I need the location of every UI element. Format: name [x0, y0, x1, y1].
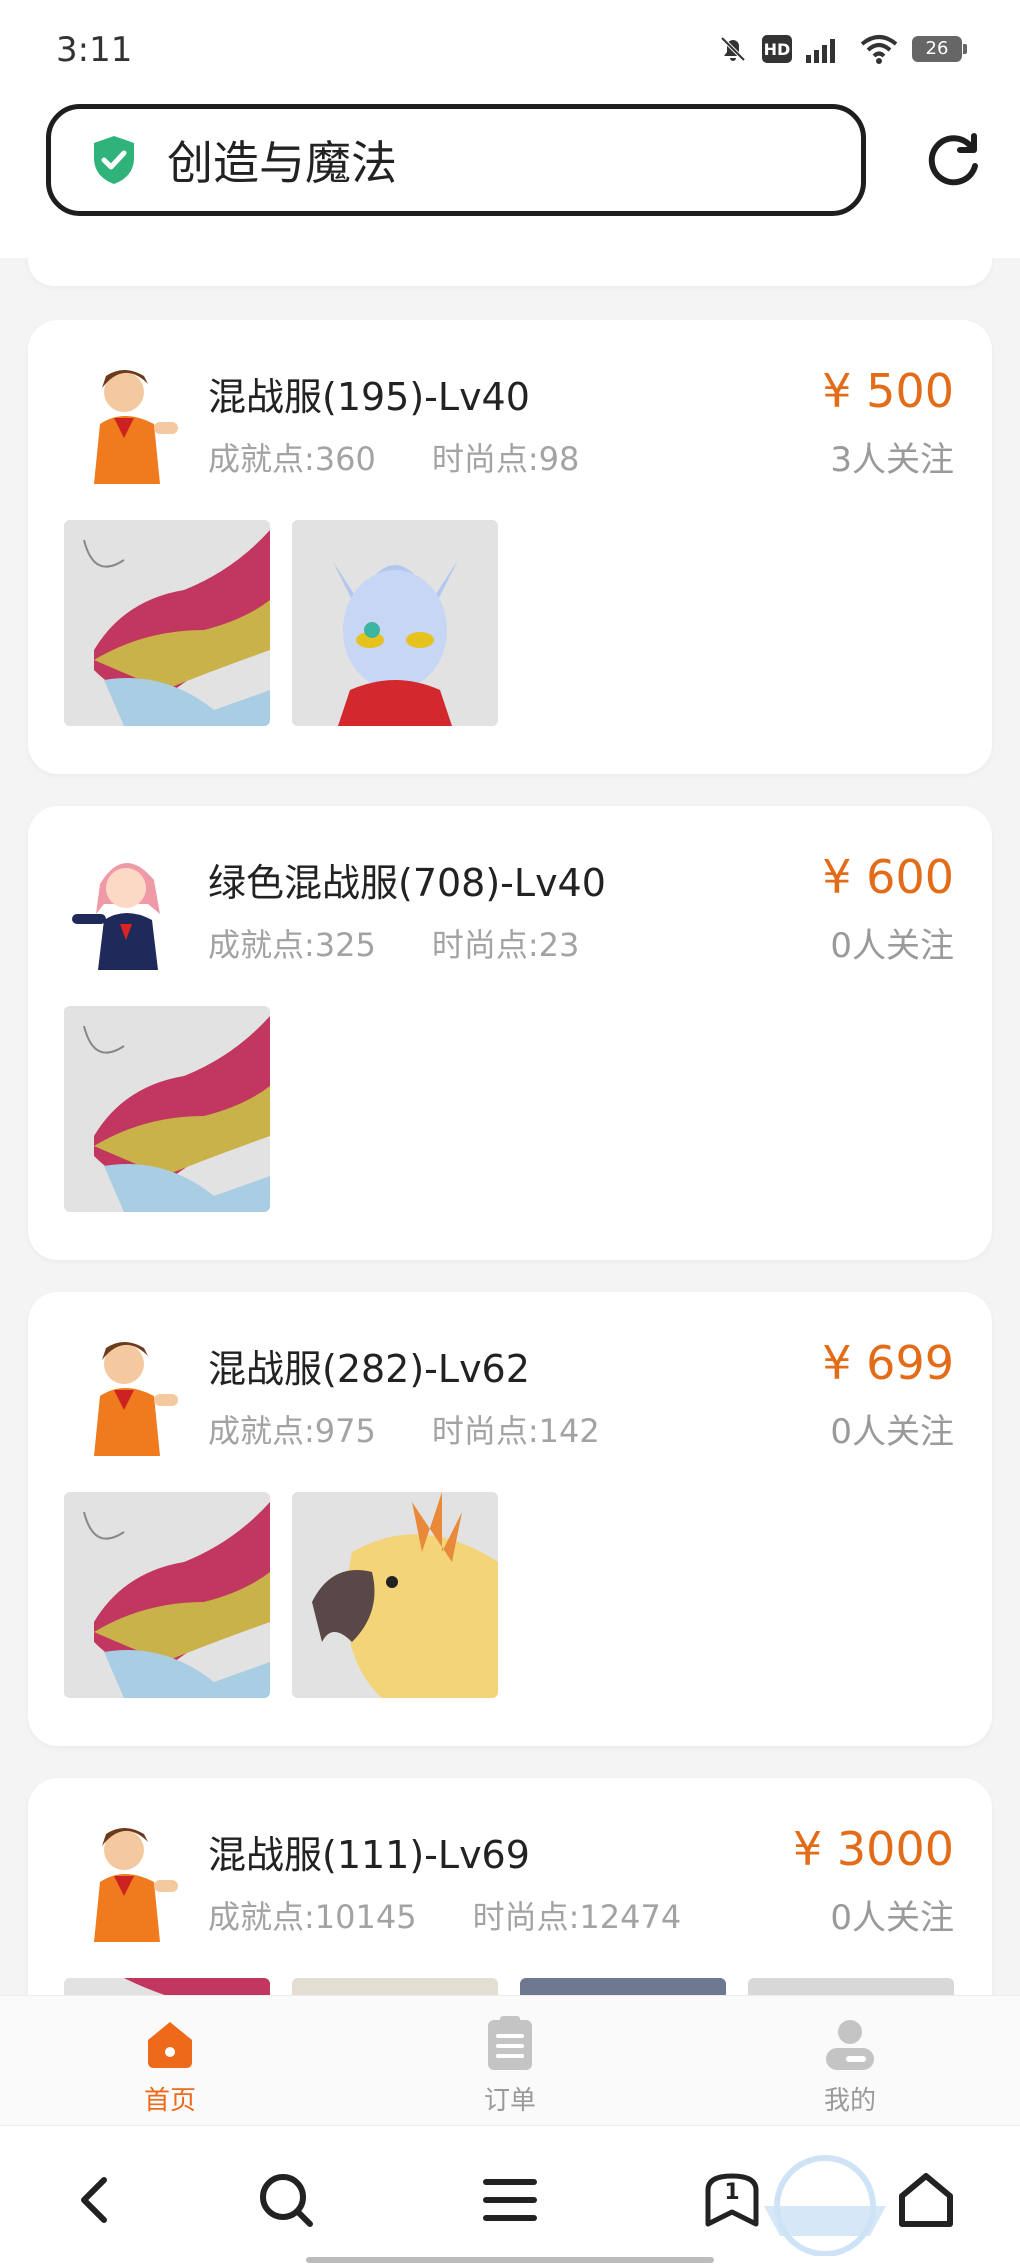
listing-card[interactable]: 混战服(111)-Lv69 成就点:10145 时尚点:12474 ¥ 3000 …: [28, 1778, 992, 1995]
mount-4-thumbnail[interactable]: [748, 1978, 954, 1995]
bottom-tab-bar: 首页 订单 我的: [0, 1995, 1020, 2126]
tab-home[interactable]: 首页: [100, 2016, 240, 2117]
tabs-count: 1: [724, 2180, 740, 2205]
dragon-mount[interactable]: [64, 1006, 270, 1212]
item-price: ¥ 600: [822, 850, 954, 904]
search-text: 创造与魔法: [167, 136, 397, 190]
tab-label: 首页: [143, 2086, 196, 2116]
item-name: 混战服(195)-Lv40: [208, 375, 530, 419]
achievement-points: 成就点:360: [208, 440, 376, 478]
item-stats: 成就点:325 时尚点:23: [208, 920, 579, 966]
tab-profile[interactable]: 我的: [780, 2016, 920, 2117]
signal-icon: [806, 35, 846, 63]
achievement-points: 成就点:325: [208, 926, 376, 964]
wifi-icon: [860, 35, 898, 64]
followers-count: 0人关注: [830, 1412, 954, 1452]
dragon-mount[interactable]: [64, 1492, 270, 1698]
status-bar: 3:11 HD 26: [0, 0, 1020, 100]
item-stats: 成就点:360 时尚点:98: [208, 434, 579, 480]
status-icons: HD 26: [718, 34, 967, 64]
hd-icon: HD: [762, 35, 792, 63]
back-icon[interactable]: [66, 2170, 126, 2230]
tab-label: 订单: [483, 2086, 536, 2116]
fashion-points: 时尚点:23: [431, 926, 580, 964]
boy-avatar: [64, 1330, 190, 1456]
shield-icon: [94, 136, 134, 184]
parrot-mount[interactable]: [292, 1492, 498, 1698]
listing-card[interactable]: 混战服(282)-Lv62 成就点:975 时尚点:142 ¥ 699 0人关注: [28, 1292, 992, 1746]
item-stats: 成就点:975 时尚点:142: [208, 1406, 600, 1452]
mount-2-thumbnail[interactable]: [292, 1978, 498, 1995]
followers-count: 0人关注: [830, 1898, 954, 1938]
mute-icon: [720, 36, 746, 62]
home-indicator[interactable]: [306, 2257, 714, 2263]
ultraman-mount[interactable]: [292, 520, 498, 726]
card-stub: [28, 258, 992, 286]
mount-thumbnails: [64, 520, 498, 726]
dragon-mount[interactable]: [64, 1978, 270, 1995]
achievement-points: 成就点:10145: [208, 1898, 417, 1936]
status-time: 3:11: [56, 30, 133, 70]
item-price: ¥ 500: [822, 364, 954, 418]
fashion-points: 时尚点:142: [431, 1412, 600, 1450]
mount-3-thumbnail[interactable]: [520, 1978, 726, 1995]
search-icon[interactable]: [256, 2170, 316, 2230]
mascot-overlay-icon: [764, 2155, 886, 2256]
browser-nav-bar: 1: [0, 2125, 1020, 2268]
user-icon: [826, 2020, 874, 2070]
home-icon[interactable]: [896, 2170, 956, 2230]
girl-avatar: [64, 844, 190, 970]
search-box[interactable]: 创造与魔法: [46, 104, 866, 216]
item-price: ¥ 3000: [793, 1822, 954, 1876]
boy-avatar: [64, 358, 190, 484]
item-name: 混战服(282)-Lv62: [208, 1347, 530, 1391]
mount-thumbnails: [64, 1006, 270, 1212]
item-name: 混战服(111)-Lv69: [208, 1833, 530, 1877]
header: 创造与魔法: [0, 100, 1020, 258]
dragon-mount[interactable]: [64, 520, 270, 726]
fashion-points: 时尚点:98: [431, 440, 580, 478]
clipboard-icon: [488, 2016, 532, 2070]
listing-list[interactable]: 混战服(195)-Lv40 成就点:360 时尚点:98 ¥ 500 3人关注 绿…: [0, 258, 1020, 1995]
followers-count: 0人关注: [830, 926, 954, 966]
mount-thumbnails: [64, 1492, 498, 1698]
menu-icon[interactable]: [480, 2170, 540, 2230]
tabs-icon[interactable]: 1: [702, 2170, 762, 2230]
item-price: ¥ 699: [822, 1336, 954, 1390]
home-icon: [148, 2022, 192, 2068]
followers-count: 3人关注: [830, 440, 954, 480]
listing-card[interactable]: 混战服(195)-Lv40 成就点:360 时尚点:98 ¥ 500 3人关注: [28, 320, 992, 774]
item-stats: 成就点:10145 时尚点:12474: [208, 1892, 681, 1938]
fashion-points: 时尚点:12474: [472, 1898, 682, 1936]
listing-card[interactable]: 绿色混战服(708)-Lv40 成就点:325 时尚点:23 ¥ 600 0人关注: [28, 806, 992, 1260]
mount-thumbnails: [64, 1978, 954, 1995]
refresh-icon[interactable]: [922, 130, 984, 192]
battery-icon: 26: [912, 36, 967, 62]
item-name: 绿色混战服(708)-Lv40: [208, 861, 606, 905]
tab-label: 我的: [823, 2086, 876, 2116]
boy-avatar: [64, 1816, 190, 1942]
tab-orders[interactable]: 订单: [440, 2016, 580, 2117]
achievement-points: 成就点:975: [208, 1412, 376, 1450]
